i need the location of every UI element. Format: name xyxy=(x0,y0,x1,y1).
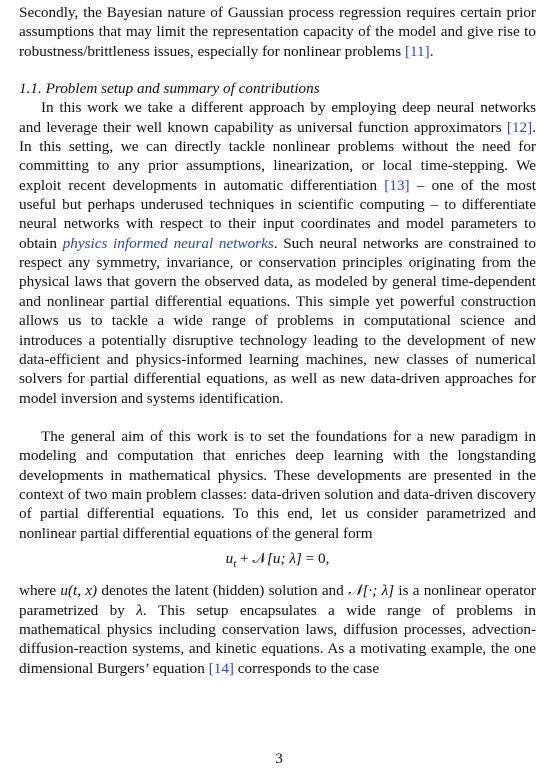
paragraph-text: . Such neural networks are constrained t… xyxy=(19,234,537,407)
paper-page: Secondly, the Bayesian nature of Gaussia… xyxy=(19,0,536,678)
citation-link[interactable]: [13] xyxy=(384,177,409,194)
paragraph-text: In this work we take a different approac… xyxy=(19,99,536,136)
paragraph-text: denotes the latent (hidden) solution and xyxy=(97,582,349,600)
paragraph-intro: Secondly, the Bayesian nature of Gaussia… xyxy=(19,3,536,61)
math-inline: u(t, x) xyxy=(60,582,98,600)
section-title: Problem setup and summary of contributio… xyxy=(45,80,320,98)
section-heading: 1.1. Problem setup and summary of contri… xyxy=(19,79,536,98)
citation-link[interactable]: [11] xyxy=(405,43,430,60)
citation-link[interactable]: [12] xyxy=(507,119,532,136)
paragraph-text: Secondly, the Bayesian nature of Gaussia… xyxy=(19,4,536,60)
paragraph-aim: The general aim of this work is to set t… xyxy=(19,427,536,543)
equation-rhs: = 0, xyxy=(301,549,330,567)
section-number: 1.1. xyxy=(19,80,42,98)
equation-general-form: ut + 𝒩[u; λ] = 0, xyxy=(19,549,536,574)
page-number: 3 xyxy=(275,750,283,767)
math-inline: 𝒩[·; λ] xyxy=(348,582,395,600)
equation-plus: + xyxy=(236,549,253,567)
math-inline: λ xyxy=(136,601,143,619)
emphasized-term: physics informed neural networks xyxy=(62,234,274,252)
paragraph-text: The general aim of this work is to set t… xyxy=(19,427,536,542)
paragraph-text: where xyxy=(19,582,61,600)
paragraph-work: In this work we take a different approac… xyxy=(19,98,536,408)
paragraph-text: corresponds to the case xyxy=(233,659,380,677)
citation-link[interactable]: [14] xyxy=(209,660,234,677)
paragraph-text: . xyxy=(429,42,434,60)
equation-operator: 𝒩 xyxy=(252,549,267,567)
equation-args: [u; λ] xyxy=(266,549,302,567)
paragraph-where: where u(t, x) denotes the latent (hidden… xyxy=(19,581,536,678)
